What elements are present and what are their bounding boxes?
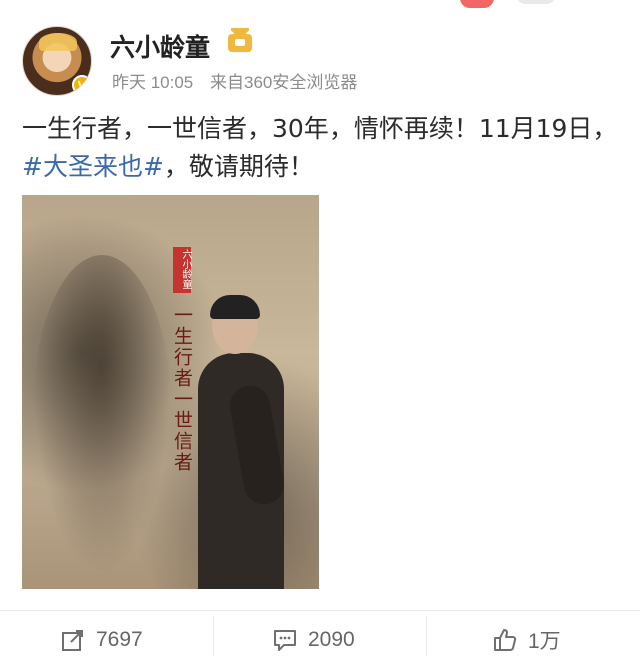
action-bar-divider xyxy=(0,610,640,611)
username[interactable]: 六小龄童 xyxy=(110,28,210,64)
post-image[interactable]: 六小龄童 一生行者一世信者 xyxy=(22,195,319,589)
like-button[interactable]: 1万 xyxy=(492,622,561,656)
hashtag-link[interactable]: #大圣来也# xyxy=(22,152,164,181)
post-text-part-1: 一生行者，一世信者，30年，情怀再续！11月19日， xyxy=(22,114,618,143)
like-count: 1万 xyxy=(528,630,561,653)
thumbs-up-icon xyxy=(494,629,517,651)
monkey-king-shadow xyxy=(32,255,172,575)
repost-count: 7697 xyxy=(96,628,143,651)
poster-slogan: 一生行者一世信者 xyxy=(171,305,193,473)
comment-button[interactable]: 2090 xyxy=(272,622,355,656)
verified-icon: V xyxy=(72,75,91,95)
weibo-post-screen: V 六小龄童 昨天 10:05 来自360安全浏览器 一生行者，一世信者，30年… xyxy=(0,0,640,656)
post-time: 昨天 10:05 xyxy=(112,73,194,92)
post-text-part-2: ，敬请期待！ xyxy=(163,152,314,181)
action-bar: 7697 2090 1万 xyxy=(0,620,640,656)
vip-crown-icon xyxy=(228,28,252,52)
more-icon[interactable] xyxy=(516,0,556,4)
seal-text: 六小龄童 xyxy=(180,249,191,289)
comment-icon xyxy=(274,630,296,651)
avatar-image xyxy=(39,33,77,51)
comment-count: 2090 xyxy=(308,628,355,651)
avatar[interactable]: V xyxy=(22,26,92,96)
heart-icon[interactable] xyxy=(460,0,494,8)
top-toolbar-icons xyxy=(460,0,580,10)
post-text: 一生行者，一世信者，30年，情怀再续！11月19日， #大圣来也#，敬请期待！ xyxy=(22,110,618,186)
post-source[interactable]: 来自360安全浏览器 xyxy=(210,73,357,92)
post-meta: 昨天 10:05 来自360安全浏览器 xyxy=(112,68,357,93)
repost-icon xyxy=(62,630,83,651)
man-hair xyxy=(210,295,260,319)
repost-button[interactable]: 7697 xyxy=(60,622,143,656)
